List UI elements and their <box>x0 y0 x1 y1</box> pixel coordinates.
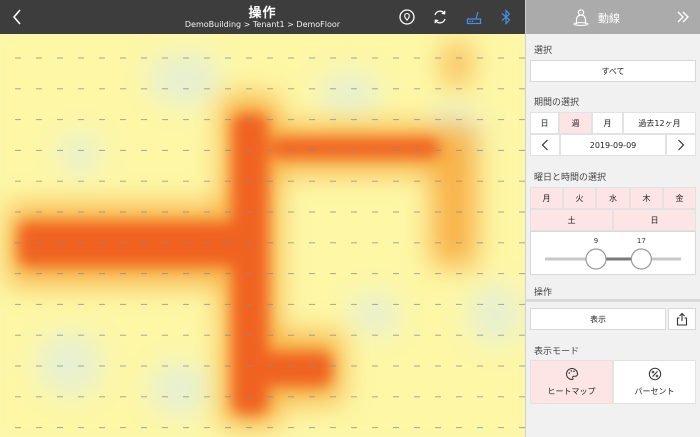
side-panel: 動線 選択 すべて 期間の選択 日 週 月 過去12ヶ月 2019-09-09 … <box>525 0 700 437</box>
heatmap-mode-button[interactable]: ヒートマップ <box>530 360 613 404</box>
heatmap-mode-label: ヒートマップ <box>547 387 596 396</box>
percent-icon <box>648 367 661 381</box>
date-navigator: 2019-09-09 <box>530 134 696 156</box>
palette-icon <box>565 367 578 381</box>
router-icon[interactable] <box>465 8 483 26</box>
weekday-tue[interactable]: 火 <box>563 187 596 209</box>
share-icon[interactable] <box>668 308 696 330</box>
heatmap-canvas <box>0 34 525 437</box>
percent-mode-label: パーセント <box>634 387 675 396</box>
refresh-icon[interactable] <box>431 8 449 26</box>
divider <box>526 299 700 302</box>
date-next-chevron-right-icon[interactable] <box>666 134 696 156</box>
selection-label: 選択 <box>534 46 553 56</box>
person-icon <box>573 9 589 26</box>
weekend-sun[interactable]: 日 <box>613 209 696 231</box>
slider-end-handle[interactable] <box>630 248 652 270</box>
period-tab-12months[interactable]: 過去12ヶ月 <box>623 112 696 134</box>
weekday-time-label: 曜日と時間の選択 <box>534 173 607 183</box>
period-tabs: 日 週 月 過去12ヶ月 <box>530 112 696 134</box>
top-bar: 操作 DemoBuilding > Tenant1 > DemoFloor <box>0 0 525 34</box>
percent-mode-button[interactable]: パーセント <box>613 360 696 404</box>
display-mode-label: 表示モード <box>534 347 580 357</box>
heatmap-view[interactable] <box>0 34 525 437</box>
operation-label: 操作 <box>534 288 553 298</box>
period-tab-day[interactable]: 日 <box>530 112 559 134</box>
time-range-slider[interactable]: 9 17 <box>530 231 696 275</box>
time-slider-track: 9 17 <box>545 237 681 270</box>
panel-title: 動線 <box>598 12 620 25</box>
period-tab-month[interactable]: 月 <box>592 112 623 134</box>
display-button[interactable]: 表示 <box>530 308 666 330</box>
period-tab-week[interactable]: 週 <box>559 112 592 134</box>
weekend-sat[interactable]: 土 <box>530 209 613 231</box>
slider-start-handle[interactable] <box>585 248 607 270</box>
weekday-thu[interactable]: 木 <box>630 187 663 209</box>
weekend-buttons: 土 日 <box>530 209 696 231</box>
slider-start-label: 9 <box>594 237 598 245</box>
bluetooth-icon[interactable] <box>497 8 515 26</box>
date-prev-chevron-left-icon[interactable] <box>530 134 560 156</box>
panel-header: 動線 <box>526 0 700 34</box>
selection-dropdown[interactable]: すべて <box>530 60 696 82</box>
display-mode-buttons: ヒートマップ パーセント <box>530 360 696 404</box>
weekday-wed[interactable]: 水 <box>596 187 630 209</box>
date-display[interactable]: 2019-09-09 <box>560 134 666 156</box>
weekday-mon[interactable]: 月 <box>530 187 563 209</box>
weekday-buttons: 月 火 水 木 金 <box>530 187 696 209</box>
period-label: 期間の選択 <box>534 98 580 108</box>
location-pin-icon[interactable] <box>398 8 416 26</box>
slider-end-label: 17 <box>637 237 646 245</box>
double-chevron-right-icon[interactable] <box>676 9 690 25</box>
weekday-fri[interactable]: 金 <box>663 187 696 209</box>
